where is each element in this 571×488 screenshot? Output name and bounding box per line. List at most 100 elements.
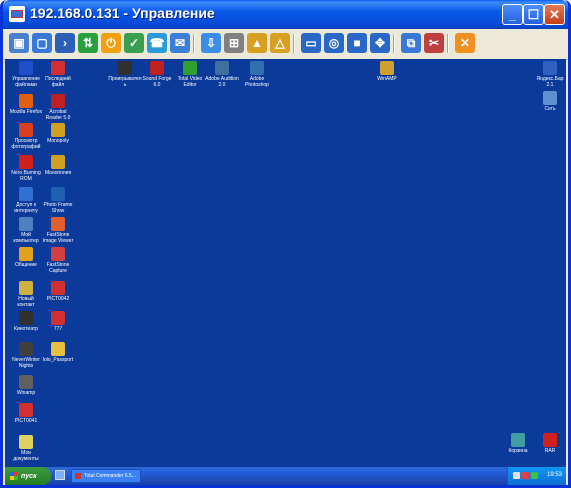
desktop-icon-label: Мой компьютер (13, 232, 39, 244)
desktop-icon-15[interactable]: Acrobat Reader 5.0 (41, 94, 75, 121)
desktop-icon-label: Последний файл (45, 76, 71, 88)
desktop-icon-8[interactable]: Новый контакт (9, 281, 43, 308)
tray-network-icon[interactable] (513, 472, 520, 479)
desktop-shortcut-icon (51, 94, 65, 108)
remote-view-icon[interactable]: ▣ (9, 33, 29, 53)
desktop-shortcut-icon (543, 61, 557, 75)
desktop-icon-16[interactable]: Monopoly (41, 123, 75, 144)
desktop-shortcut-icon (19, 311, 33, 325)
taskbar-button[interactable]: Total Commander 6.5... (71, 469, 141, 483)
desktop-icon-label: PICT0042 (46, 296, 70, 302)
minimize-button[interactable]: _ (502, 4, 523, 25)
screen-icon[interactable]: ▢ (32, 33, 52, 53)
desktop-shortcut-icon (51, 281, 65, 295)
start-button[interactable]: пуск (5, 467, 51, 485)
unlock-icon[interactable]: △ (270, 33, 290, 53)
toolbar-separator (293, 34, 295, 53)
desktop-shortcut-icon (19, 94, 33, 108)
desktop-shortcut-icon (19, 217, 33, 231)
fit-screen-icon[interactable]: ◎ (324, 33, 344, 53)
desktop-icon-17[interactable]: Монополия (41, 155, 75, 176)
desktop-icon-label: Winamp (16, 390, 36, 396)
desktop-icon-20[interactable]: FastStone Capture (41, 247, 75, 274)
desktop-icon-26[interactable]: Total Video Editor (173, 61, 207, 88)
desktop-icon-13[interactable]: Мои документы (9, 435, 43, 462)
remote-desktop[interactable]: Управление файлами Mozilla Firefox Просмот… (5, 59, 566, 467)
desktop-icon-23[interactable]: lolo_Passport (41, 342, 75, 363)
desktop-icon-label: Просмотр фотографий (11, 138, 41, 150)
window-mode-icon[interactable]: ▭ (301, 33, 321, 53)
desktop-icon-31[interactable]: Сеть (533, 91, 567, 112)
desktop-shortcut-icon (118, 61, 132, 75)
desktop-icon-30[interactable]: Яндекс.Бар 2.1 (533, 61, 567, 88)
desktop-shortcut-icon (51, 217, 65, 231)
lock-icon[interactable]: ▲ (247, 33, 267, 53)
desktop-icon-27[interactable]: Adobe Audition 2.0 (205, 61, 239, 88)
remote-control-window: 192.168.0.131 - Управление _ ☐ ✕ ▣ ▢ › ⇅ ⏻ ✓ ☎ ✉ ⇩… (0, 0, 571, 488)
app-icon (9, 6, 25, 22)
desktop-icon-4[interactable]: Nero Burning ROM (9, 155, 43, 182)
desktop-icon-label: Сеть (544, 106, 556, 112)
desktop-icon-label: NeverWinter Nights (12, 357, 40, 369)
desktop-icon-label: Проигрыватель (108, 76, 142, 88)
title-bar[interactable]: 192.168.0.131 - Управление _ ☐ ✕ (3, 0, 568, 29)
desktop-shortcut-icon (215, 61, 229, 75)
desktop-icon-2[interactable]: Mozilla Firefox (9, 94, 43, 115)
exit-icon[interactable]: ✕ (455, 33, 475, 53)
desktop-icon-18[interactable]: Photo Frame Show (41, 187, 75, 214)
desktop-icon-29[interactable]: WinAMP (370, 61, 404, 82)
desktop-icon-9[interactable]: Кинотеатр (9, 311, 43, 332)
desktop-shortcut-icon (543, 433, 557, 447)
desktop-icon-label: Photo Frame Show (43, 202, 73, 214)
terminal-icon[interactable]: › (55, 33, 75, 53)
file-transfer-icon[interactable]: ⇅ (78, 33, 98, 53)
download-icon[interactable]: ⇩ (201, 33, 221, 53)
desktop-icon-14[interactable]: Последний файл (41, 61, 75, 88)
desktop-icon-3[interactable]: Просмотр фотографий (9, 123, 43, 150)
screenshot-icon[interactable]: ⧉ (401, 33, 421, 53)
maximize-button[interactable]: ☐ (523, 4, 544, 25)
desktop-icon-label: Управление файлами (12, 76, 40, 88)
desktop-icon-label: Монополия (44, 170, 72, 176)
power-icon[interactable]: ⏻ (101, 33, 121, 53)
desktop-icon-32[interactable]: Корзина (501, 433, 535, 454)
desktop-icon-label: Adobe Photoshop (245, 76, 269, 88)
desktop-icon-11[interactable]: Winamp (9, 375, 43, 396)
desktop-icon-33[interactable]: RAR (533, 433, 567, 454)
inventory-icon[interactable]: ✓ (124, 33, 144, 53)
desktop-icon-label: Monopoly (47, 138, 69, 144)
desktop-icon-10[interactable]: NeverWinter Nights (9, 342, 43, 369)
chat-icon[interactable]: ✉ (170, 33, 190, 53)
desktop-icon-label: Acrobat Reader 5.0 (45, 109, 71, 121)
desktop-icon-label: Мои документы (13, 450, 39, 462)
desktop-icon-28[interactable]: Adobe Photoshop (240, 61, 274, 88)
fullscreen-icon[interactable]: ■ (347, 33, 367, 53)
desktop-shortcut-icon (19, 435, 33, 449)
clock: 19:53 (546, 472, 562, 478)
desktop-icon-label: Mozilla Firefox (9, 109, 43, 115)
toolbar: ▣ ▢ › ⇅ ⏻ ✓ ☎ ✉ ⇩ ⊞ ▲ △ ▭ ◎ ■ ✥ ⧉ ✂ ✕ (3, 29, 568, 60)
desktop-shortcut-icon (51, 187, 65, 201)
desktop-icon-1[interactable]: Управление файлами (9, 61, 43, 88)
desktop-icon-19[interactable]: FastStone Image Viewer (41, 217, 75, 244)
full-control-icon[interactable]: ✥ (370, 33, 390, 53)
desktop-icon-6[interactable]: Мой компьютер (9, 217, 43, 244)
desktop-icon-7[interactable]: Общение (9, 247, 43, 268)
desktop-icon-24[interactable]: Проигрыватель (108, 61, 142, 88)
desktop-icon-25[interactable]: Sound Forge 6.0 (140, 61, 174, 88)
desktop-icon-21[interactable]: PICT0042 (41, 281, 75, 302)
close-button[interactable]: ✕ (544, 4, 565, 25)
desktop-shortcut-icon (19, 155, 33, 169)
network-icon[interactable]: ⊞ (224, 33, 244, 53)
desktop-icon-12[interactable]: PICT0041 (9, 403, 43, 424)
tray-antivirus-icon[interactable] (522, 472, 529, 479)
desktop-shortcut-icon (19, 187, 33, 201)
quick-launch-icon[interactable] (55, 470, 65, 480)
tools-icon[interactable]: ✂ (424, 33, 444, 53)
desktop-icon-label: Nero Burning ROM (11, 170, 41, 182)
tray-volume-icon[interactable] (531, 472, 538, 479)
desktop-icon-5[interactable]: Доступ к интернету (9, 187, 43, 214)
desktop-icon-22[interactable]: 777 (41, 311, 75, 332)
phone-icon[interactable]: ☎ (147, 33, 167, 53)
toolbar-separator (193, 34, 195, 53)
